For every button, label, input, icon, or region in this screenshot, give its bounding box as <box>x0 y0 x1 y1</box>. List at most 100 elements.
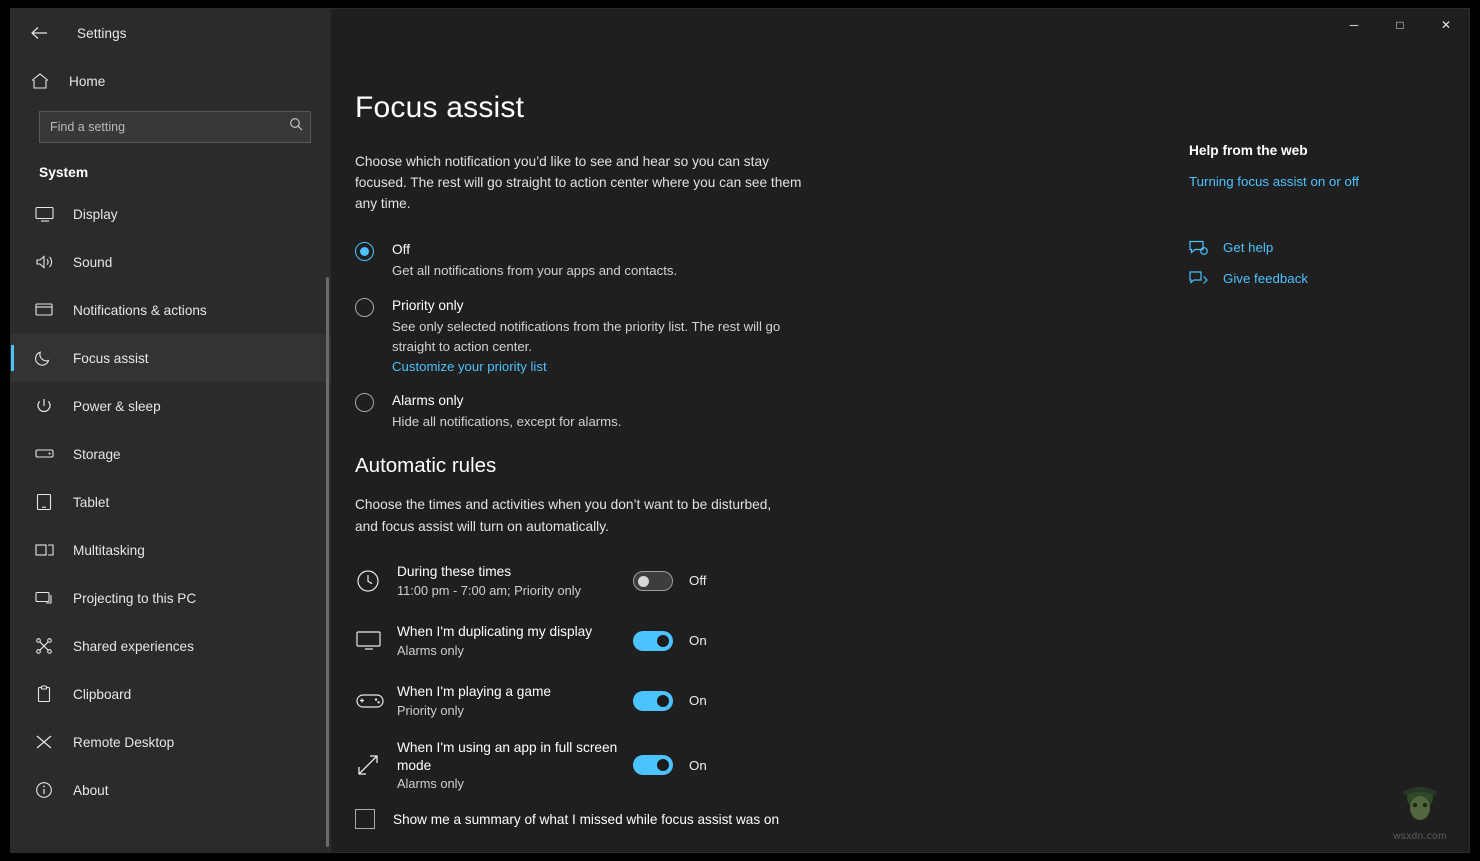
get-help-item[interactable]: Get help <box>1189 239 1469 256</box>
main-content: Focus assist Choose which notification y… <box>331 57 1469 852</box>
radio-label: Priority only <box>392 297 822 314</box>
close-button[interactable]: ✕ <box>1423 9 1469 41</box>
summary-checkbox-label: Show me a summary of what I missed while… <box>393 812 779 827</box>
watermark-text: wsxdn.com <box>1393 831 1447 842</box>
content-column: Focus assist Choose which notification y… <box>355 91 1169 852</box>
summary-checkbox-row[interactable]: Show me a summary of what I missed while… <box>355 809 1149 829</box>
rule-title: When I'm duplicating my display <box>397 623 633 641</box>
give-feedback-label: Give feedback <box>1223 271 1308 286</box>
rule-subtitle: Alarms only <box>397 643 633 658</box>
rule-duplicating-display: When I'm duplicating my display Alarms o… <box>355 619 1149 663</box>
sidebar-scrollbar[interactable] <box>326 277 329 847</box>
sidebar-label: Tablet <box>69 495 109 510</box>
sidebar-item-multitasking[interactable]: Multitasking <box>11 526 331 574</box>
info-icon <box>35 781 69 799</box>
home-icon <box>31 73 65 89</box>
rule-during-these-times: During these times 11:00 pm - 7:00 am; P… <box>355 559 1149 603</box>
sidebar-item-power-sleep[interactable]: Power & sleep <box>11 382 331 430</box>
sidebar-label: Sound <box>69 255 112 270</box>
sidebar-item-focus-assist[interactable]: Focus assist <box>11 334 331 382</box>
moon-icon <box>35 349 69 367</box>
tablet-icon <box>35 493 69 511</box>
clock-icon <box>355 568 397 594</box>
watermark-logo-icon <box>1393 782 1447 826</box>
power-icon <box>35 397 69 415</box>
radio-sublabel: Hide all notifications, except for alarm… <box>392 412 621 432</box>
notifications-icon <box>35 302 69 318</box>
rule-text: During these times 11:00 pm - 7:00 am; P… <box>397 563 633 598</box>
window-body: Home System Di <box>11 57 1469 852</box>
fullscreen-icon <box>355 752 397 778</box>
maximize-button[interactable]: □ <box>1377 9 1423 41</box>
help-article-link[interactable]: Turning focus assist on or off <box>1189 174 1469 189</box>
sidebar: Home System Di <box>11 57 331 852</box>
sidebar-label: Storage <box>69 447 121 462</box>
rule-toggle[interactable] <box>633 755 673 775</box>
clipboard-icon <box>35 685 69 703</box>
radio-indicator[interactable] <box>355 393 374 412</box>
rule-title: During these times <box>397 563 633 581</box>
sidebar-label: Power & sleep <box>69 399 161 414</box>
back-button[interactable] <box>17 13 63 53</box>
rule-toggle[interactable] <box>633 631 673 651</box>
rule-toggle[interactable] <box>633 571 673 591</box>
customize-priority-list-link[interactable]: Customize your priority list <box>392 359 547 374</box>
search-input[interactable] <box>39 111 311 143</box>
rule-subtitle: Alarms only <box>397 776 633 791</box>
sidebar-item-display[interactable]: Display <box>11 190 331 238</box>
sidebar-item-tablet[interactable]: Tablet <box>11 478 331 526</box>
radio-text: Off Get all notifications from your apps… <box>392 241 677 281</box>
rule-toggle-state: On <box>689 758 707 773</box>
radio-text: Alarms only Hide all notifications, exce… <box>392 392 621 432</box>
radio-option-alarms-only[interactable]: Alarms only Hide all notifications, exce… <box>355 392 1149 432</box>
sidebar-item-sound[interactable]: Sound <box>11 238 331 286</box>
rule-toggle[interactable] <box>633 691 673 711</box>
radio-indicator[interactable] <box>355 298 374 317</box>
sidebar-item-clipboard[interactable]: Clipboard <box>11 670 331 718</box>
monitor-icon <box>355 629 397 653</box>
rule-toggle-state: Off <box>689 573 707 588</box>
focus-mode-radio-group: Off Get all notifications from your apps… <box>355 241 1149 433</box>
sidebar-label: About <box>69 783 109 798</box>
sidebar-label: Shared experiences <box>69 639 194 654</box>
radio-text: Priority only See only selected notifica… <box>392 297 822 377</box>
sidebar-item-projecting[interactable]: Projecting to this PC <box>11 574 331 622</box>
rule-toggle-state: On <box>689 693 707 708</box>
sidebar-label: Multitasking <box>69 543 145 558</box>
rule-text: When I'm playing a game Priority only <box>397 683 633 718</box>
sidebar-item-storage[interactable]: Storage <box>11 430 331 478</box>
title-bar: Settings ─ □ ✕ <box>11 9 1469 57</box>
radio-label: Off <box>392 241 677 258</box>
page-description: Choose which notification you’d like to … <box>355 151 805 215</box>
search-icon <box>289 117 303 134</box>
radio-option-off[interactable]: Off Get all notifications from your apps… <box>355 241 1149 281</box>
search-box[interactable] <box>39 111 311 143</box>
display-icon <box>35 206 69 222</box>
radio-sublabel: See only selected notifications from the… <box>392 317 822 357</box>
rule-toggle-state: On <box>689 633 707 648</box>
sidebar-home-label: Home <box>65 74 105 89</box>
storage-icon <box>35 446 69 462</box>
minimize-button[interactable]: ─ <box>1331 9 1377 41</box>
settings-window: Settings ─ □ ✕ Home <box>10 8 1470 853</box>
sidebar-item-home[interactable]: Home <box>11 61 331 101</box>
radio-option-priority-only[interactable]: Priority only See only selected notifica… <box>355 297 1149 377</box>
sidebar-section-title: System <box>11 153 331 190</box>
sidebar-item-remote-desktop[interactable]: Remote Desktop <box>11 718 331 766</box>
sidebar-item-about[interactable]: About <box>11 766 331 814</box>
remote-desktop-icon <box>35 733 69 751</box>
sidebar-item-notifications[interactable]: Notifications & actions <box>11 286 331 334</box>
sidebar-label: Projecting to this PC <box>69 591 196 606</box>
rule-subtitle: 11:00 pm - 7:00 am; Priority only <box>397 583 633 598</box>
rule-toggle-wrap: On <box>633 755 707 775</box>
sidebar-label: Remote Desktop <box>69 735 174 750</box>
back-arrow-icon <box>31 26 49 40</box>
rule-text: When I'm using an app in full screen mod… <box>397 739 633 792</box>
give-feedback-item[interactable]: Give feedback <box>1189 270 1469 287</box>
rule-title: When I'm using an app in full screen mod… <box>397 739 633 775</box>
window-title: Settings <box>77 26 127 41</box>
multitasking-icon <box>35 542 69 558</box>
sidebar-item-shared-experiences[interactable]: Shared experiences <box>11 622 331 670</box>
radio-indicator[interactable] <box>355 242 374 261</box>
summary-checkbox[interactable] <box>355 809 375 829</box>
